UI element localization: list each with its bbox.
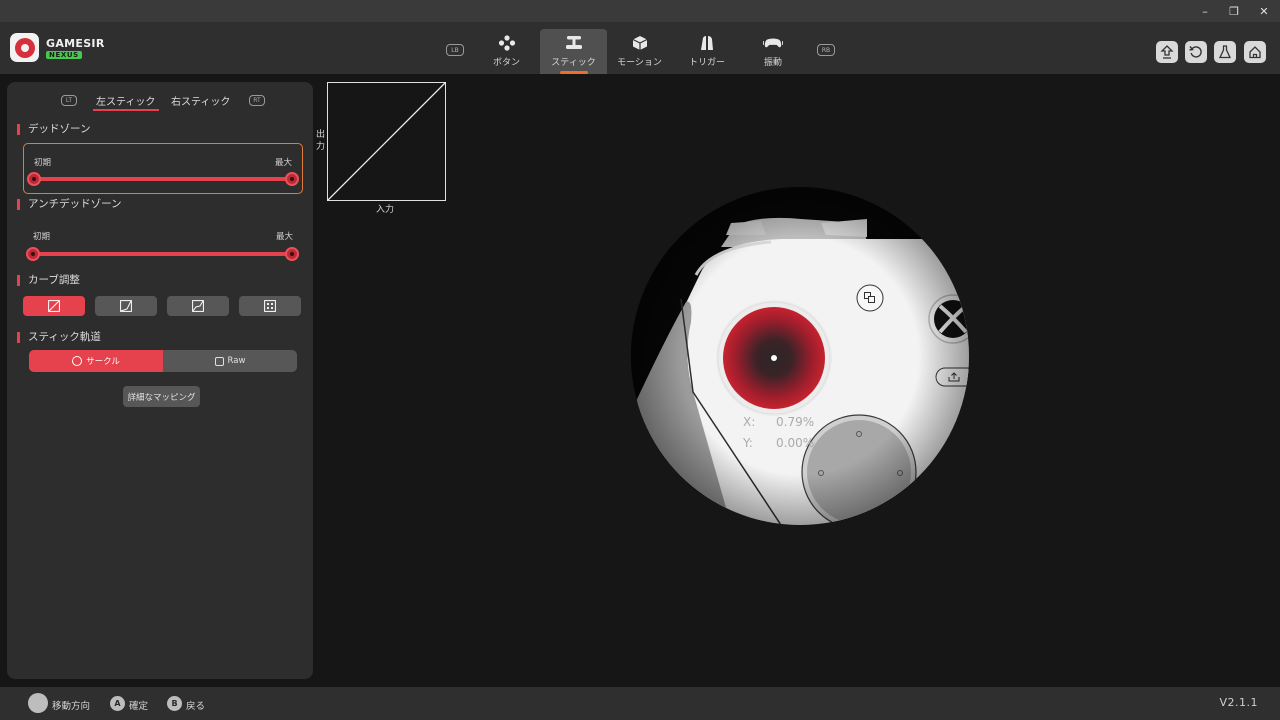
active-tab-underline <box>93 109 159 111</box>
anti-deadzone-title: アンチデッドゾーン <box>17 199 122 210</box>
app-version: V2.1.1 <box>1219 696 1258 709</box>
slider-track[interactable] <box>33 252 293 256</box>
home-button[interactable] <box>1244 41 1266 63</box>
slider-min-handle[interactable] <box>27 172 41 186</box>
tab-label: モーション <box>617 58 662 68</box>
b-button-icon: B <box>167 696 182 711</box>
s-curve-icon <box>192 300 204 312</box>
a-button-icon: A <box>110 696 125 711</box>
flask-icon <box>1218 45 1232 59</box>
gamepad-buttons-icon <box>497 35 517 51</box>
slider-track[interactable] <box>34 177 292 181</box>
chart-y-label: 出力 <box>316 130 326 152</box>
tab-vibration[interactable]: 振動 <box>752 29 794 74</box>
app-window: – ❐ ✕ GAMESIR NEXUS LB ボタン スティック モーション ト… <box>0 0 1280 720</box>
tab-label: 振動 <box>763 58 782 68</box>
reset-icon <box>1189 46 1202 58</box>
reset-button[interactable] <box>1185 41 1207 63</box>
linear-curve-icon <box>48 300 60 312</box>
controller-illustration <box>631 187 969 525</box>
slider-max-handle[interactable] <box>285 247 299 261</box>
gamesir-logo <box>10 33 39 62</box>
cube-motion-icon <box>630 35 650 51</box>
curve-custom-button[interactable] <box>239 296 301 316</box>
square-icon <box>214 356 224 366</box>
anti-deadzone-slider[interactable]: 初期 最大 <box>23 218 303 269</box>
trigger-icon <box>697 35 717 51</box>
deadzone-title: デッドゾーン <box>17 124 90 135</box>
joystick-icon <box>564 35 584 51</box>
deadzone-slider[interactable]: 初期 最大 <box>23 143 303 194</box>
slider-max-handle[interactable] <box>285 172 299 186</box>
slider-max-label: 最大 <box>275 232 293 242</box>
lab-button[interactable] <box>1214 41 1236 63</box>
brand-sub: NEXUS <box>46 51 82 59</box>
minimize-button[interactable]: – <box>1190 0 1220 22</box>
lt-trigger-icon[interactable]: LT <box>61 95 77 106</box>
restore-button[interactable]: ❐ <box>1219 0 1249 22</box>
tab-trigger[interactable]: トリガー <box>682 29 732 74</box>
slider-min-label: 初期 <box>33 232 51 242</box>
trajectory-toggle: サークル Raw <box>29 350 297 372</box>
left-stick-tab[interactable]: 左スティック <box>96 93 155 108</box>
upload-button[interactable] <box>1156 41 1178 63</box>
curve-linear-button[interactable] <box>23 296 85 316</box>
y-readout-label: Y: <box>743 436 753 450</box>
x-readout-label: X: <box>743 415 756 429</box>
trajectory-raw-label: Raw <box>227 356 246 366</box>
advanced-mapping-button[interactable]: 詳細なマッピング <box>123 386 200 407</box>
window-titlebar: – ❐ ✕ <box>0 0 1280 22</box>
tab-motion[interactable]: モーション <box>612 29 667 74</box>
hint-confirm: 確定 <box>129 701 149 712</box>
slider-max-label: 最大 <box>274 158 292 168</box>
footer-bar: 移動方向 A 確定 B 戻る V2.1.1 <box>0 687 1280 720</box>
y-readout-value: 0.00% <box>776 436 815 450</box>
tab-label: トリガー <box>688 58 725 68</box>
circle-icon <box>72 356 83 366</box>
hint-back: 戻る <box>186 701 206 712</box>
x-readout-value: 0.79% <box>776 415 815 429</box>
tab-stick[interactable]: スティック <box>540 29 607 74</box>
home-icon <box>1249 46 1261 59</box>
trajectory-raw-option[interactable]: Raw <box>163 350 297 372</box>
controller-vibration-icon <box>763 35 783 51</box>
trajectory-circle-label: サークル <box>86 357 120 367</box>
brand-name: GAMESIR <box>46 37 105 50</box>
stick-preview: X: 0.79% Y: 0.00% <box>631 187 969 525</box>
left-stick-hint-icon <box>28 693 48 713</box>
rb-bumper-icon[interactable]: RB <box>817 44 835 56</box>
close-button[interactable]: ✕ <box>1249 0 1279 22</box>
curve-title: カーブ調整 <box>17 275 80 286</box>
tab-buttons[interactable]: ボタン <box>480 29 533 74</box>
trajectory-circle-option[interactable]: サークル <box>29 350 163 372</box>
upload-icon <box>1160 45 1174 59</box>
hint-move: 移動方向 <box>52 701 91 712</box>
lb-bumper-icon[interactable]: LB <box>446 44 464 56</box>
tab-label: スティック <box>551 58 596 68</box>
slider-min-handle[interactable] <box>26 247 40 261</box>
curve-s-button[interactable] <box>167 296 229 316</box>
top-navigation: GAMESIR NEXUS LB ボタン スティック モーション トリガー 振動… <box>0 22 1280 74</box>
rt-trigger-icon[interactable]: RT <box>249 95 265 106</box>
curve-convex-button[interactable] <box>95 296 157 316</box>
trajectory-title: スティック軌道 <box>17 332 101 343</box>
tab-label: ボタン <box>492 58 520 68</box>
custom-points-icon <box>264 300 276 312</box>
right-stick-tab[interactable]: 右スティック <box>171 93 230 108</box>
settings-panel: LT 左スティック 右スティック RT デッドゾーン 初期 最大 アンチデッドゾ… <box>7 82 313 679</box>
slider-min-label: 初期 <box>34 158 52 168</box>
response-curve-chart <box>327 82 446 201</box>
chart-x-label: 入力 <box>376 205 395 215</box>
convex-curve-icon <box>120 300 132 312</box>
